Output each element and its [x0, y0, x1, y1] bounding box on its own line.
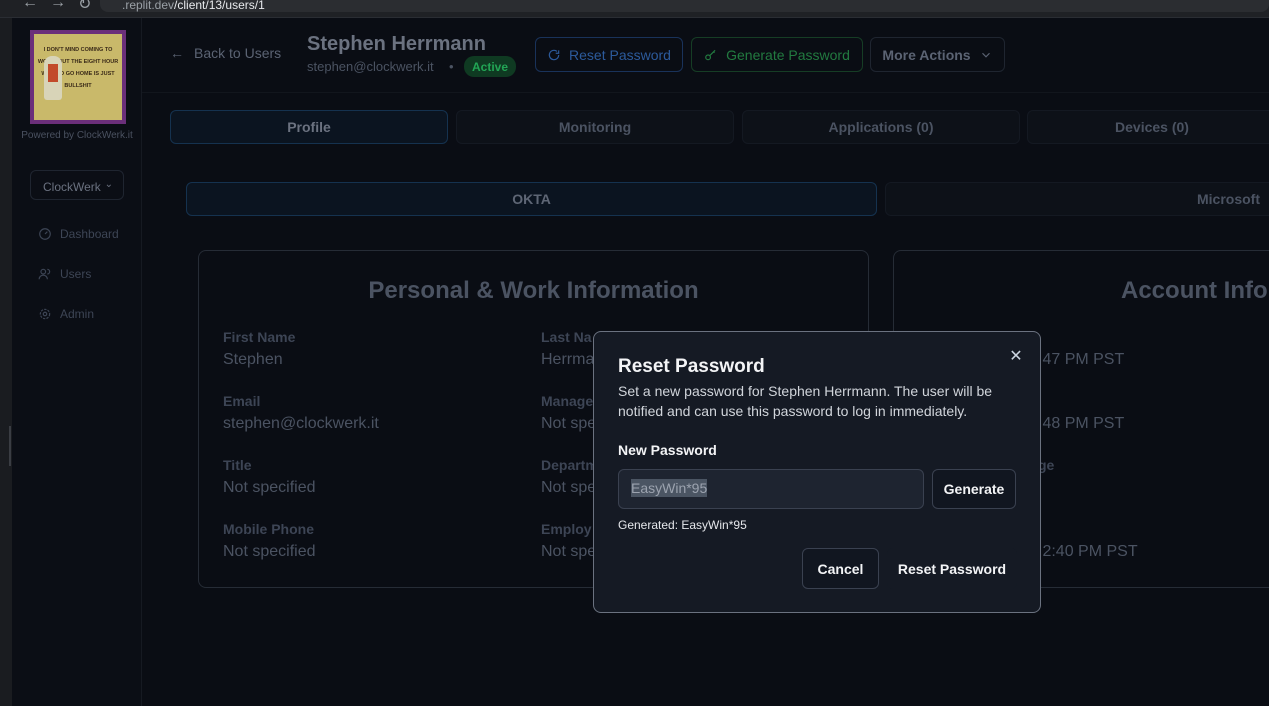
back-to-users-link[interactable]: ← Back to Users	[170, 45, 281, 61]
field-label: Manage	[541, 393, 594, 409]
reset-password-dialog: Reset Password ✕ Set a new password for …	[593, 331, 1041, 613]
field-label: First Name	[223, 329, 296, 345]
field-value: Stephen	[223, 351, 283, 368]
generate-password-label: Generate Password	[726, 46, 850, 63]
close-icon[interactable]: ✕	[1008, 349, 1024, 365]
org-selector[interactable]: ClockWerk ⌄	[30, 170, 124, 200]
tab-profile[interactable]: Profile	[170, 110, 448, 144]
chevron-down-icon: ⌄	[104, 179, 113, 190]
reset-password-button[interactable]: Reset Password	[535, 37, 683, 72]
tab-okta[interactable]: OKTA	[186, 182, 877, 216]
field-value: Not spe	[541, 543, 597, 560]
window-edge	[0, 18, 12, 706]
separator: •	[449, 59, 454, 74]
field-label: Email	[223, 393, 261, 409]
status-badge: Active	[464, 56, 517, 77]
field-value: :47 PM PST	[1038, 351, 1125, 368]
more-actions-button[interactable]: More Actions	[870, 37, 1005, 72]
browser-toolbar: ← → ↻ .replit.dev/client/13/users/1	[0, 0, 1269, 18]
users-icon	[38, 268, 51, 280]
tab-applications[interactable]: Applications (0)	[742, 110, 1020, 144]
more-actions-label: More Actions	[882, 46, 971, 63]
field-value: :48 PM PST	[1038, 415, 1125, 432]
url-path: /client/13/users/1	[174, 0, 265, 12]
field-value: :2:40 PM PST	[1038, 543, 1138, 560]
field-label: Departm	[541, 457, 598, 473]
reset-password-submit-button[interactable]: Reset Password	[887, 548, 1017, 589]
dialog-description: Set a new password for Stephen Herrmann.…	[618, 383, 993, 419]
field-value: Not spe	[541, 479, 597, 496]
card-title: Personal & Work Information	[368, 277, 699, 304]
field-label: Employ	[541, 521, 592, 537]
sidebar-item-label: Users	[60, 267, 92, 281]
resize-handle[interactable]	[9, 426, 11, 466]
url-domain: .replit.dev	[122, 0, 175, 12]
generated-note: Generated: EasyWin*95	[618, 518, 747, 532]
new-password-label: New Password	[618, 442, 717, 458]
user-email: stephen@clockwerk.it	[307, 59, 434, 74]
generate-password-button[interactable]: Generate Password	[691, 37, 863, 72]
field-value: Not spe	[541, 415, 597, 432]
powered-by: Powered by ClockWerk.it	[21, 130, 133, 141]
back-label: Back to Users	[194, 45, 282, 61]
field-label: Mobile Phone	[223, 521, 314, 537]
field-value: Not specified	[223, 543, 316, 560]
forward-arrow-icon[interactable]: →	[50, 0, 66, 12]
chevron-down-icon	[981, 52, 990, 58]
cancel-button[interactable]: Cancel	[802, 548, 879, 589]
field-value: Not specified	[223, 479, 316, 496]
back-arrow-icon[interactable]: ←	[22, 0, 38, 12]
tab-monitoring[interactable]: Monitoring	[456, 110, 734, 144]
sidebar-item-label: Admin	[60, 307, 95, 321]
field-value: stephen@clockwerk.it	[223, 415, 379, 432]
gear-icon	[39, 308, 51, 320]
tab-devices[interactable]: Devices (0)	[1027, 110, 1269, 144]
refresh-icon	[548, 49, 560, 60]
key-icon	[705, 49, 716, 60]
sidebar-item-admin[interactable]: Admin	[38, 304, 94, 324]
new-password-value: EasyWin*95	[631, 479, 708, 497]
logo-figure-shirt	[48, 64, 58, 82]
dialog-title: Reset Password	[618, 356, 765, 377]
card-title: Account Inforn	[1121, 277, 1269, 304]
sidebar: I DON'T MIND COMING TO WORK, BUT THE EIG…	[12, 18, 142, 706]
org-selector-label: ClockWerk	[43, 180, 101, 194]
field-value: Herrma	[541, 351, 595, 368]
reload-icon[interactable]: ↻	[78, 0, 91, 14]
field-label: Last Na	[541, 329, 592, 345]
generate-button[interactable]: Generate	[932, 469, 1016, 509]
address-bar[interactable]: .replit.dev/client/13/users/1	[100, 0, 1269, 12]
reset-password-label: Reset Password	[569, 46, 671, 63]
arrow-left-icon: ←	[170, 45, 184, 61]
page-title: Stephen Herrmann	[307, 33, 486, 55]
header-divider	[142, 92, 1269, 93]
sidebar-item-dashboard[interactable]: Dashboard	[38, 224, 119, 244]
sidebar-item-label: Dashboard	[60, 227, 119, 241]
sidebar-item-users[interactable]: Users	[38, 264, 91, 284]
gauge-icon	[39, 228, 51, 240]
tab-microsoft[interactable]: Microsoft	[885, 182, 1269, 216]
field-label: Title	[223, 457, 252, 473]
company-logo: I DON'T MIND COMING TO WORK, BUT THE EIG…	[30, 30, 126, 124]
